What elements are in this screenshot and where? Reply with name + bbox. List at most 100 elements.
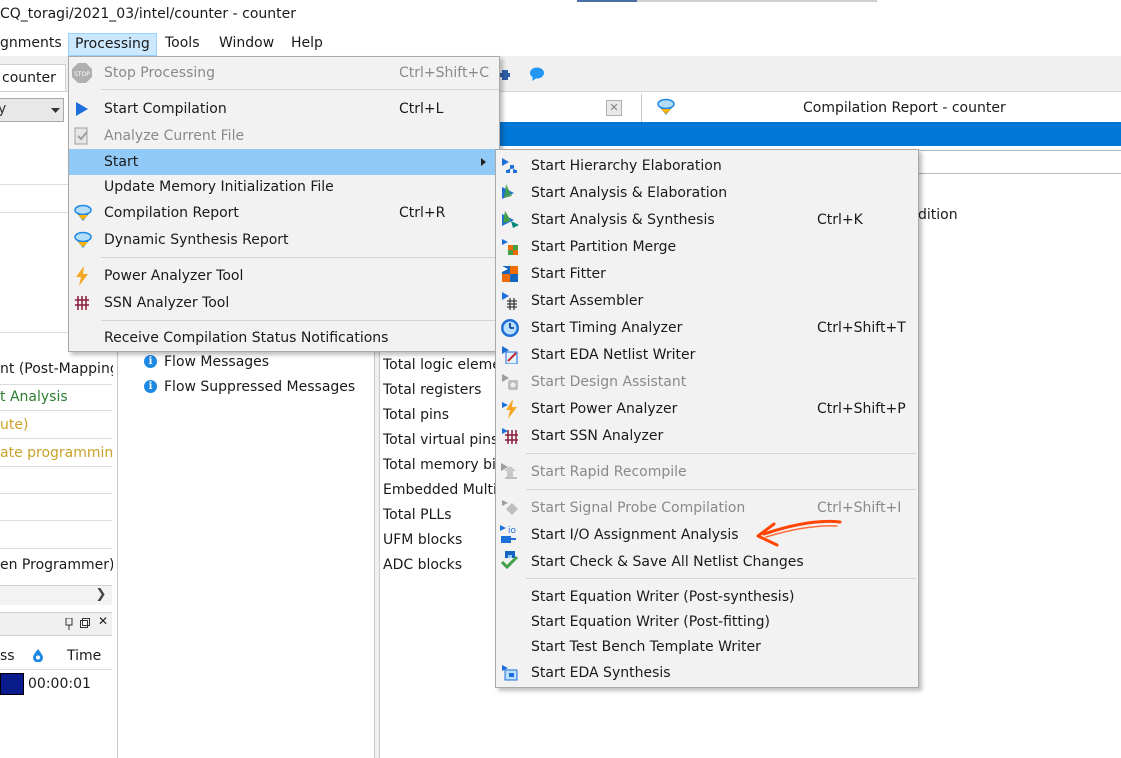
submenu-item-label: Start Timing Analyzer: [531, 320, 683, 336]
submenu-item-test-bench-template-writer[interactable]: Start Test Bench Template Writer: [496, 634, 918, 660]
svg-text:STOP: STOP: [74, 71, 90, 78]
submenu-item-shortcut: Ctrl+Shift+T: [817, 320, 906, 336]
tasks-panel-header: ✕: [0, 612, 112, 636]
menu-item-dynamic-synthesis-report[interactable]: Dynamic Synthesis Report: [69, 227, 499, 253]
task-row-label[interactable]: en Programmer): [0, 557, 113, 573]
ssn-analyzer-icon: [502, 428, 518, 444]
panel-divider: [0, 384, 112, 385]
window-title: CQ_toragi/2021_03/intel/counter - counte…: [0, 6, 296, 22]
submenu-item-rapid-recompile[interactable]: Start Rapid Recompile: [496, 459, 918, 485]
submenu-item-label: Start Analysis & Synthesis: [531, 212, 715, 228]
menu-item-shortcut: Ctrl+Shift+C: [399, 65, 489, 81]
summary-row-label: Total PLLs: [383, 507, 452, 523]
analyze-file-icon: [74, 127, 90, 145]
io-assignment-icon: io: [500, 525, 522, 545]
restore-icon[interactable]: [80, 618, 90, 628]
menu-item-compilation-report[interactable]: Compilation Report Ctrl+R: [69, 200, 499, 226]
menu-item-update-memory-init-file[interactable]: Update Memory Initialization File: [69, 174, 499, 200]
submenu-item-label: Start Signal Probe Compilation: [531, 500, 746, 516]
project-tab-label: counter: [2, 70, 56, 86]
submenu-item-analysis-synthesis[interactable]: Start Analysis & Synthesis Ctrl+K: [496, 207, 918, 233]
power-analyzer-icon: [502, 399, 518, 419]
menu-item-stop-processing[interactable]: STOP Stop Processing Ctrl+Shift+C: [69, 60, 499, 86]
flow-status-text: dition: [918, 207, 958, 223]
chevron-right-icon[interactable]: ❯: [92, 586, 110, 604]
submenu-item-hierarchy-elaboration[interactable]: Start Hierarchy Elaboration: [496, 153, 918, 179]
eda-synthesis-icon: [502, 665, 518, 681]
submenu-item-label: Start EDA Netlist Writer: [531, 347, 696, 363]
report-tree-item[interactable]: Flow Suppressed Messages: [164, 379, 355, 395]
submenu-item-partition-merge[interactable]: Start Partition Merge: [496, 234, 918, 260]
submenu-item-fitter[interactable]: Start Fitter: [496, 261, 918, 287]
menu-item-shortcut: Ctrl+R: [399, 205, 446, 221]
compilation-progress-bar: [0, 673, 24, 695]
chat-bubble-icon[interactable]: [529, 67, 545, 81]
task-row-label[interactable]: ate programming: [0, 445, 113, 461]
menu-item-start-compilation[interactable]: Start Compilation Ctrl+L: [69, 96, 499, 122]
menu-item-label: SSN Analyzer Tool: [104, 295, 230, 311]
menu-item-analyze-current-file[interactable]: Analyze Current File: [69, 123, 499, 149]
summary-row-label: Total registers: [383, 382, 482, 398]
submenu-item-ssn-analyzer[interactable]: Start SSN Analyzer: [496, 423, 918, 449]
report-tree-item[interactable]: Flow Messages: [164, 354, 269, 370]
submenu-item-label: Start Analysis & Elaboration: [531, 185, 728, 201]
submenu-item-equation-writer-post-synthesis[interactable]: Start Equation Writer (Post-synthesis): [496, 584, 918, 610]
submenu-item-check-save-netlist[interactable]: Start Check & Save All Netlist Changes: [496, 549, 918, 575]
submenu-item-io-assignment-analysis[interactable]: io Start I/O Assignment Analysis: [496, 522, 918, 548]
submenu-item-equation-writer-post-fitting[interactable]: Start Equation Writer (Post-fitting): [496, 609, 918, 635]
menu-item-ssn-analyzer-tool[interactable]: SSN Analyzer Tool: [69, 290, 499, 316]
column-time: Time: [67, 648, 102, 664]
menu-item-start[interactable]: Start: [69, 149, 499, 175]
task-row-label[interactable]: nt (Post-Mapping: [0, 361, 113, 377]
panel-divider: [0, 493, 112, 494]
design-assistant-icon: [502, 374, 518, 390]
menu-processing[interactable]: Processing: [68, 33, 157, 56]
submenu-item-signal-probe-compilation[interactable]: Start Signal Probe Compilation Ctrl+Shif…: [496, 495, 918, 521]
menu-help[interactable]: Help: [285, 33, 329, 56]
info-icon: i: [144, 380, 157, 393]
pin-icon[interactable]: [64, 618, 74, 630]
menu-separator: [526, 453, 916, 454]
tasks-column-header: ss Time: [0, 642, 112, 670]
task-row-label[interactable]: ute): [0, 417, 113, 433]
submenu-item-label: Start I/O Assignment Analysis: [531, 527, 739, 543]
menu-assignments[interactable]: gnments: [0, 33, 68, 56]
partition-merge-icon: [502, 239, 518, 255]
menu-separator: [101, 89, 499, 90]
close-icon[interactable]: ✕: [98, 614, 108, 628]
task-elapsed-time: 00:00:01: [28, 676, 91, 692]
submenu-item-power-analyzer[interactable]: Start Power Analyzer Ctrl+Shift+P: [496, 396, 918, 422]
panel-divider: [0, 410, 112, 411]
svg-text:io: io: [508, 526, 517, 536]
submenu-item-analysis-elaboration[interactable]: Start Analysis & Elaboration: [496, 180, 918, 206]
report-search-field[interactable]: [900, 150, 1121, 174]
panel-divider: [0, 466, 112, 467]
submenu-item-timing-analyzer[interactable]: Start Timing Analyzer Ctrl+Shift+T: [496, 315, 918, 341]
summary-row-label: Total virtual pins: [383, 432, 495, 448]
menu-window[interactable]: Window: [213, 33, 280, 56]
analysis-synthesis-icon: [502, 211, 520, 229]
submenu-item-eda-synthesis[interactable]: Start EDA Synthesis: [496, 660, 918, 686]
fitter-icon: [502, 266, 518, 282]
hierarchy-dropdown[interactable]: y: [0, 98, 64, 122]
submenu-item-label: Start Check & Save All Netlist Changes: [531, 554, 804, 570]
summary-row-label: Total pins: [383, 407, 450, 423]
menu-item-power-analyzer-tool[interactable]: Power Analyzer Tool: [69, 263, 499, 289]
submenu-item-eda-netlist-writer[interactable]: Start EDA Netlist Writer: [496, 342, 918, 368]
eda-netlist-icon: [502, 346, 518, 364]
submenu-item-label: Start Assembler: [531, 293, 644, 309]
task-row-label[interactable]: t Analysis: [0, 389, 113, 405]
settings-gear-icon[interactable]: [500, 68, 510, 82]
menu-item-label: Update Memory Initialization File: [104, 179, 334, 195]
menu-bar: gnments Processing Tools Window Help: [0, 30, 1121, 56]
submenu-item-design-assistant[interactable]: Start Design Assistant: [496, 369, 918, 395]
menu-tools[interactable]: Tools: [159, 33, 206, 56]
submenu-item-label: Start Equation Writer (Post-synthesis): [531, 589, 795, 605]
project-navigator-tab[interactable]: counter: [0, 64, 66, 92]
submenu-item-assembler[interactable]: Start Assembler: [496, 288, 918, 314]
summary-row-label: ADC blocks: [383, 557, 463, 573]
info-icon: i: [144, 355, 157, 368]
close-tab-icon[interactable]: ✕: [606, 100, 622, 116]
menu-item-receive-notifications[interactable]: Receive Compilation Status Notifications: [69, 325, 499, 351]
menu-item-shortcut: Ctrl+L: [399, 101, 444, 117]
